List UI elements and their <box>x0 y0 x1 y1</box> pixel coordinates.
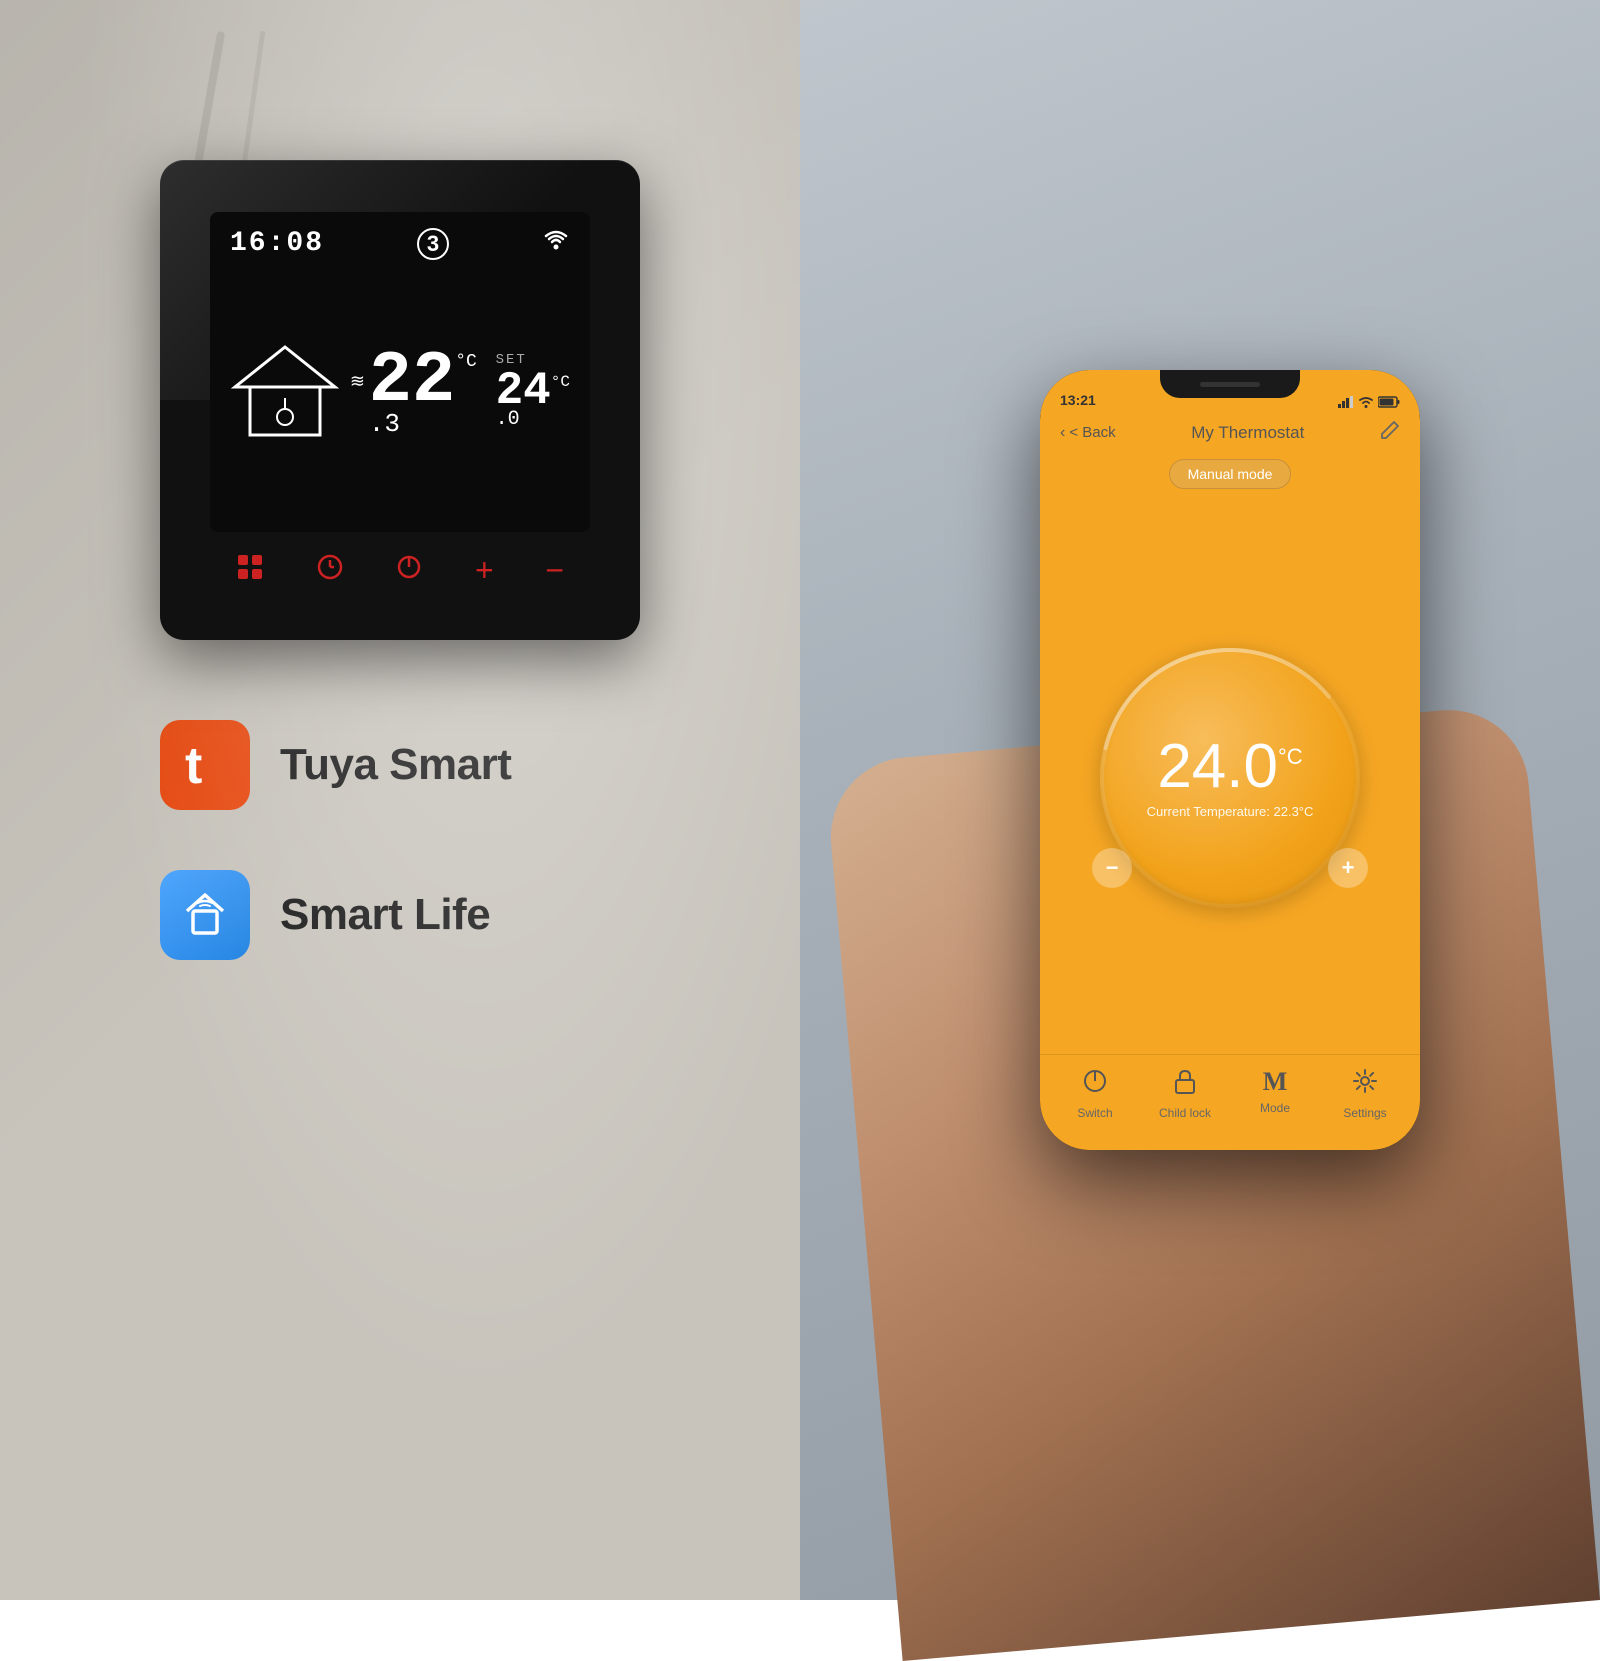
back-label: < Back <box>1069 424 1115 441</box>
lock-nav-icon <box>1173 1067 1197 1102</box>
house-container: ≋ <box>230 342 340 442</box>
set-temp-display: SET 24 °C .0 <box>496 352 570 431</box>
phone-screen: 13:21 <box>1040 370 1420 1150</box>
set-temp-unit: °C <box>551 374 570 390</box>
signal-icon <box>1338 396 1354 408</box>
thermostat-dial: 24.0 °C Current Temperature: 22.3°C − + <box>1090 638 1370 918</box>
nav-childlock-label: Child lock <box>1159 1106 1211 1120</box>
right-panel: 13:21 <box>800 0 1600 1600</box>
app-title: My Thermostat <box>1191 423 1304 443</box>
phone-wrapper: 13:21 <box>1040 370 1420 1150</box>
plus-button[interactable]: + <box>475 552 494 589</box>
nav-settings-label: Settings <box>1343 1106 1386 1120</box>
current-temp-decimal: .3 <box>369 409 400 439</box>
decrease-temp-button[interactable]: − <box>1092 848 1132 888</box>
mode-badge[interactable]: Manual mode <box>1169 459 1292 489</box>
battery-icon <box>1378 396 1400 408</box>
phone-notch <box>1160 370 1300 398</box>
smartlife-icon-container <box>160 870 250 960</box>
mode-badge-container: Manual mode <box>1040 455 1420 501</box>
current-temp-display: 22 °C .3 <box>369 345 477 439</box>
tuya-logo-icon: t <box>175 735 235 795</box>
minus-button[interactable]: − <box>545 552 564 589</box>
phone-device: 13:21 <box>1040 370 1420 1150</box>
nav-settings[interactable]: Settings <box>1320 1067 1410 1120</box>
smartlife-logo-icon <box>175 885 235 945</box>
timer-button[interactable] <box>316 553 344 588</box>
lcd-middle: ≋ 22 °C .3 SET 24 ° <box>230 268 570 516</box>
status-time: 13:21 <box>1060 392 1096 408</box>
thermostat-device: 16:08 3 <box>160 160 640 640</box>
smartlife-brand-item: Smart Life <box>160 870 640 960</box>
thermostat-touch-buttons: + − <box>210 532 590 589</box>
dial-container: 24.0 °C Current Temperature: 22.3°C − + <box>1040 501 1420 1054</box>
dial-circle: 24.0 °C Current Temperature: 22.3°C <box>1100 648 1360 908</box>
tuya-brand-name: Tuya Smart <box>280 740 511 790</box>
branding-section: t Tuya Smart Smart Life <box>160 720 640 960</box>
status-icons <box>1338 396 1400 408</box>
current-temp-value: 22 <box>369 345 455 417</box>
settings-nav-icon <box>1351 1067 1379 1102</box>
power-button[interactable] <box>395 553 423 588</box>
house-icon <box>230 342 340 442</box>
nav-switch[interactable]: Switch <box>1050 1067 1140 1120</box>
lcd-time: 16:08 <box>230 228 324 259</box>
svg-text:t: t <box>185 737 202 795</box>
nav-switch-label: Switch <box>1077 1106 1112 1120</box>
increase-temp-button[interactable]: + <box>1328 848 1368 888</box>
lcd-wifi-icon <box>542 228 570 256</box>
app-nav-bar: Switch Child lock M Mode <box>1040 1054 1420 1150</box>
lcd-period: 3 <box>417 228 449 260</box>
power-nav-icon <box>1081 1067 1109 1102</box>
tuya-icon-container: t <box>160 720 250 810</box>
back-chevron-icon: ‹ <box>1060 424 1065 442</box>
back-button[interactable]: ‹ < Back <box>1060 424 1116 442</box>
set-temp-decimal: .0 <box>496 408 520 431</box>
wifi-status-icon <box>1358 396 1374 408</box>
heat-waves-icon: ≋ <box>350 372 365 392</box>
nav-mode-label: Mode <box>1260 1101 1290 1115</box>
lcd-screen: 16:08 3 <box>210 212 590 532</box>
schedule-button[interactable] <box>236 553 264 588</box>
phone-speaker <box>1200 382 1260 387</box>
lcd-top-row: 16:08 3 <box>230 228 570 260</box>
dial-current-temp: Current Temperature: 22.3°C <box>1147 804 1314 819</box>
current-temp-unit: °C <box>455 353 477 371</box>
dial-temp-unit: °C <box>1278 744 1303 770</box>
smartlife-brand-name: Smart Life <box>280 890 490 940</box>
edit-icon[interactable] <box>1380 420 1400 445</box>
nav-mode[interactable]: M Mode <box>1230 1067 1320 1120</box>
dial-temp-display: 24.0 °C <box>1157 736 1302 798</box>
dial-temp-value: 24.0 <box>1157 736 1278 798</box>
tuya-brand-item: t Tuya Smart <box>160 720 640 810</box>
nav-childlock[interactable]: Child lock <box>1140 1067 1230 1120</box>
mode-nav-icon: M <box>1263 1067 1288 1097</box>
left-panel: 16:08 3 <box>0 0 800 1600</box>
